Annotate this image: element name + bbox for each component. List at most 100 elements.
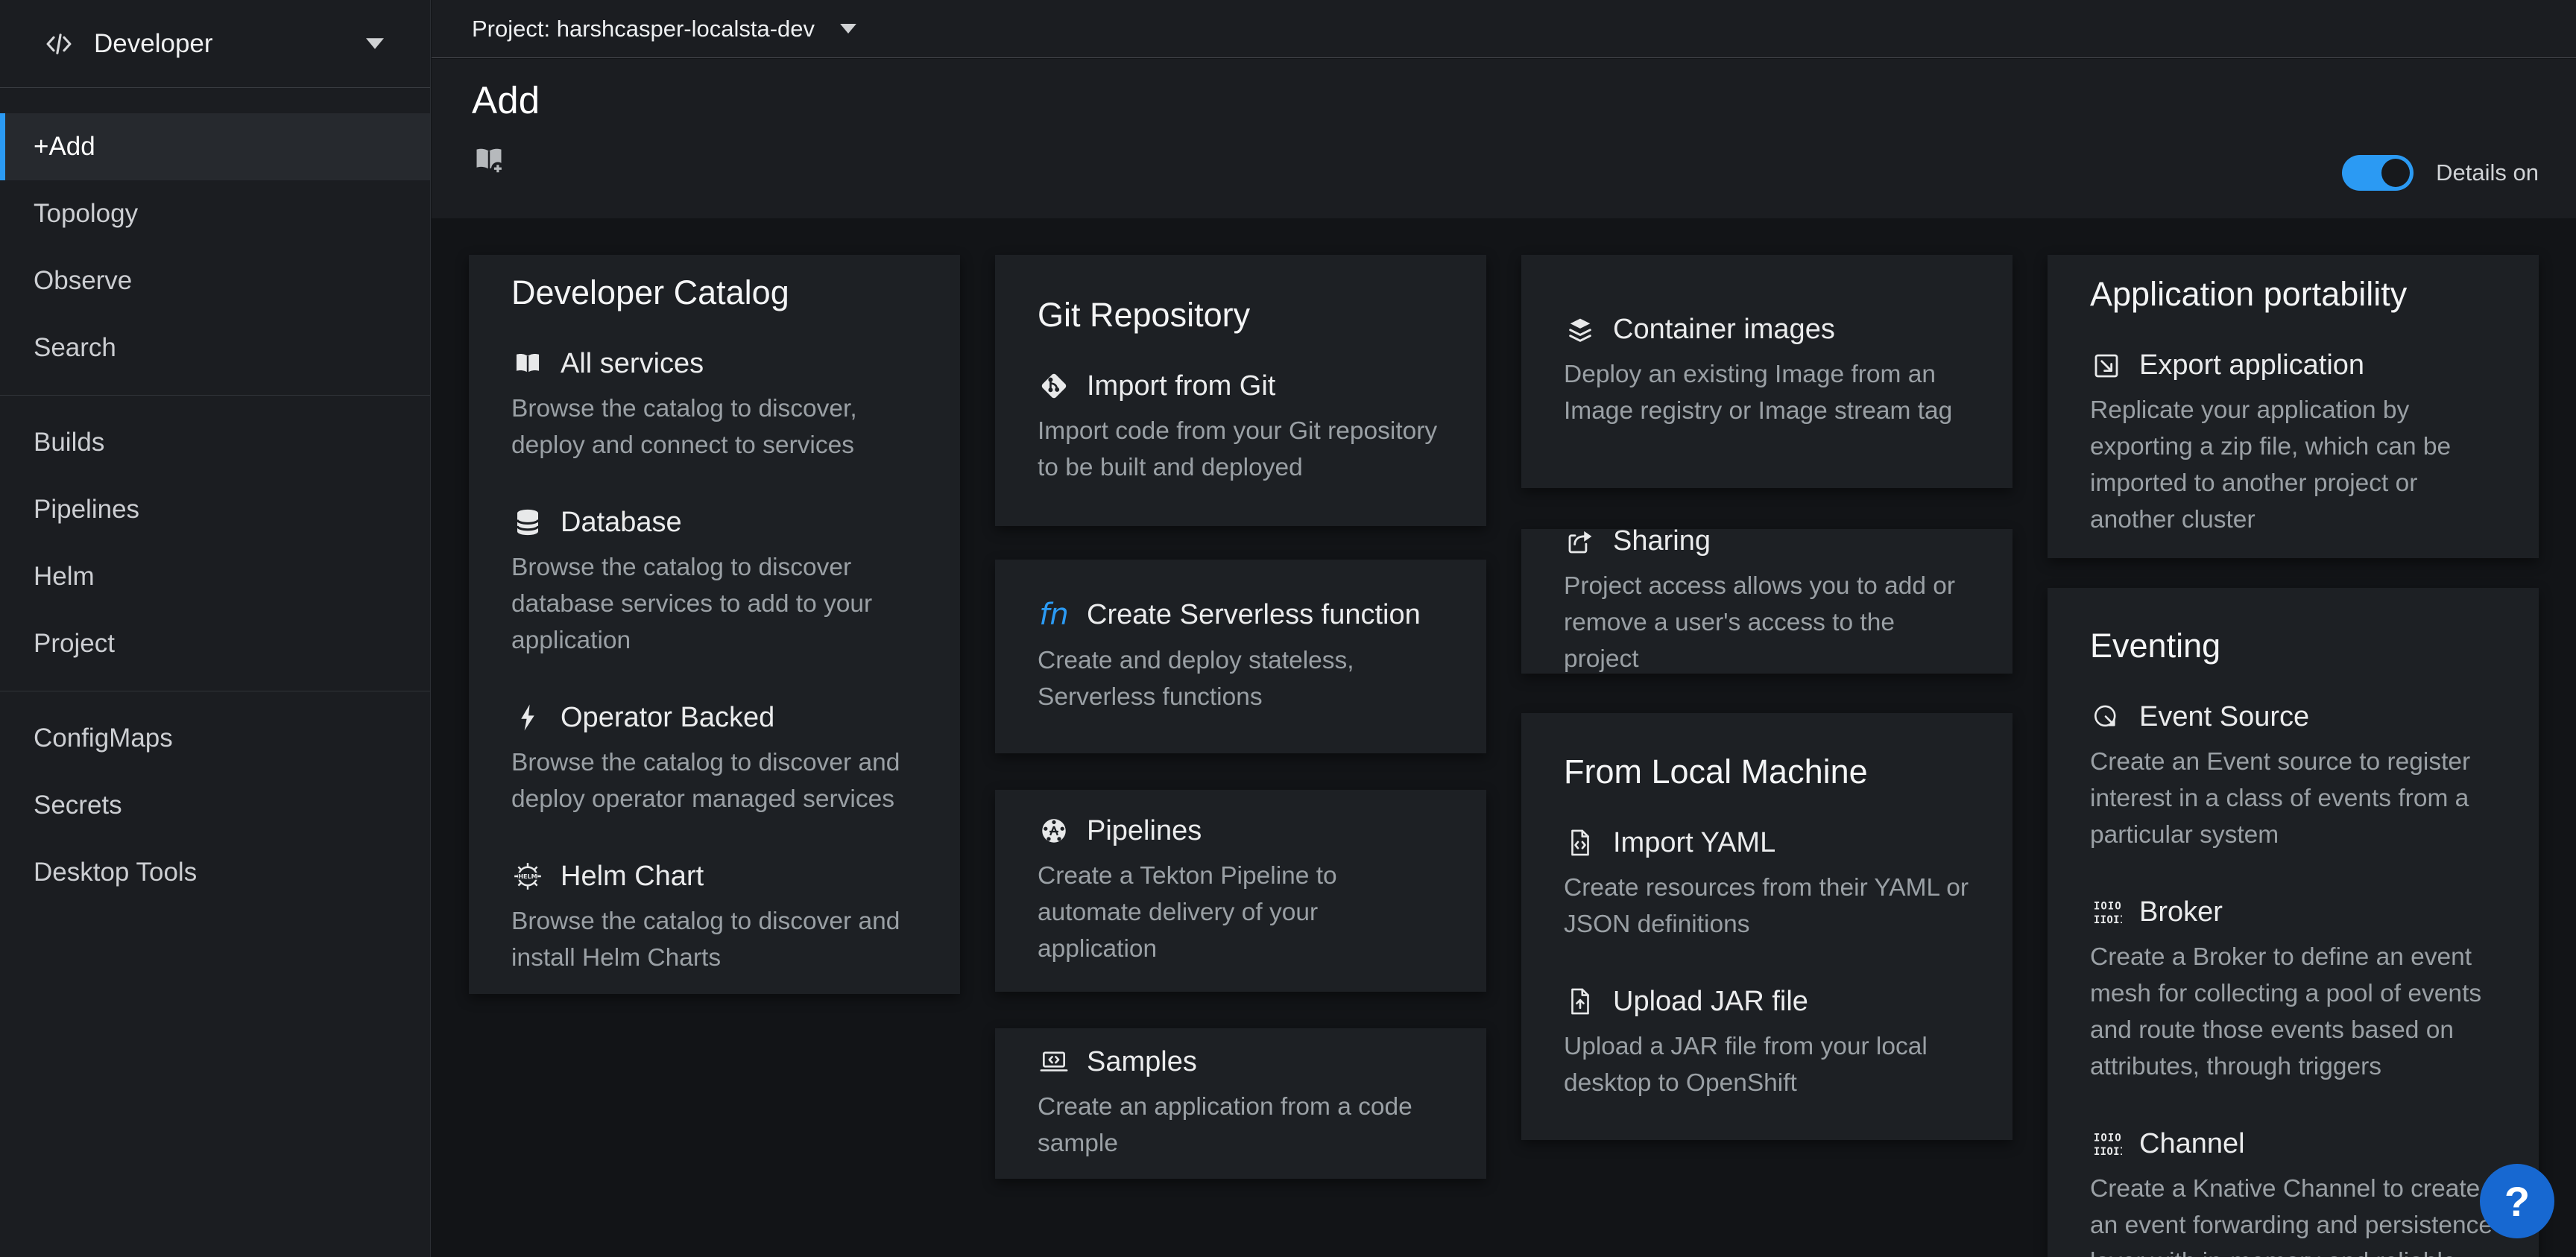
function-icon: fn: [1038, 598, 1070, 632]
card-item-import-yaml: Import YAML Create resources from their …: [1564, 827, 1970, 943]
item-title-container-images: Container images: [1613, 314, 1835, 346]
item-title-export-application: Export application: [2139, 349, 2364, 381]
card-item-create-serverless-function: fn Create Serverless function Create and…: [1038, 598, 1444, 715]
bolt-icon: [511, 702, 544, 733]
card-item-samples: Samples Create an application from a cod…: [1038, 1046, 1444, 1162]
card-item-event-source: Event Source Create an Event source to r…: [2090, 701, 2496, 853]
card-item-upload-jar-file: Upload JAR file Upload a JAR file from y…: [1564, 986, 1970, 1101]
item-description-helm-chart: Browse the catalog to discover and insta…: [511, 903, 918, 976]
card-item-operator-backed: Operator Backed Browse the catalog to di…: [511, 702, 918, 817]
item-title-import-yaml: Import YAML: [1613, 827, 1775, 859]
sidebar-item-helm[interactable]: Helm: [0, 543, 430, 610]
project-selector-label: Project: harshcasper-localsta-dev: [472, 16, 815, 42]
item-link-container-images[interactable]: Container images: [1564, 314, 1970, 346]
item-link-create-serverless-function[interactable]: fn Create Serverless function: [1038, 598, 1444, 632]
card-item-helm-chart: HELM Helm Chart Browse the catalog to di…: [511, 861, 918, 976]
card-title-application-portability: Application portability: [2090, 275, 2496, 314]
item-link-operator-backed[interactable]: Operator Backed: [511, 702, 918, 734]
item-link-pipelines[interactable]: Pipelines: [1038, 815, 1444, 847]
card-item-database: Database Browse the catalog to discover …: [511, 507, 918, 659]
item-link-import-from-git[interactable]: Import from Git: [1038, 370, 1444, 402]
item-description-import-from-git: Import code from your Git repository to …: [1038, 413, 1444, 486]
sidebar-item-desktop-tools[interactable]: Desktop Tools: [0, 839, 430, 906]
card-column-3: Container images Deploy an existing Imag…: [1521, 255, 2012, 1257]
chevron-down-icon: [366, 38, 384, 49]
card-column-4: Application portability Export applicati…: [2048, 255, 2539, 1257]
event-source-icon: [2090, 702, 2123, 733]
item-link-samples[interactable]: Samples: [1038, 1046, 1444, 1078]
card-create-serverless-function: fn Create Serverless function Create and…: [995, 560, 1486, 753]
item-title-import-from-git: Import from Git: [1087, 370, 1275, 402]
card-container-images: Container images Deploy an existing Imag…: [1521, 255, 2012, 488]
item-link-all-services[interactable]: All services: [511, 348, 918, 380]
item-title-samples: Samples: [1087, 1046, 1197, 1078]
card-columns: Developer Catalog All services Browse th…: [469, 255, 2546, 1257]
sidebar-item-configmaps[interactable]: ConfigMaps: [0, 705, 430, 772]
card-sharing: Sharing Project access allows you to add…: [1521, 529, 2012, 674]
item-description-container-images: Deploy an existing Image from an Image r…: [1564, 356, 1970, 429]
masthead: Project: harshcasper-localsta-dev: [432, 0, 2576, 58]
card-item-container-images: Container images Deploy an existing Imag…: [1564, 314, 1970, 429]
card-item-broker: IOIOIIOII Broker Create a Broker to defi…: [2090, 896, 2496, 1085]
database-icon: [511, 507, 544, 538]
file-code-icon: [1564, 827, 1597, 858]
item-link-helm-chart[interactable]: HELM Helm Chart: [511, 861, 918, 893]
toggle-knob: [2381, 159, 2410, 187]
item-link-sharing[interactable]: Sharing: [1564, 529, 1970, 557]
perspective-label: Developer: [94, 29, 213, 59]
item-title-upload-jar-file: Upload JAR file: [1613, 986, 1808, 1018]
card-title-eventing: Eventing: [2090, 627, 2496, 665]
card-title-developer-catalog: Developer Catalog: [511, 273, 918, 312]
item-title-pipelines: Pipelines: [1087, 815, 1202, 847]
item-title-event-source: Event Source: [2139, 701, 2309, 733]
item-title-database: Database: [561, 507, 682, 539]
sidebar-item-search[interactable]: Search: [0, 314, 430, 381]
card-item-pipelines: Pipelines Create a Tekton Pipeline to au…: [1038, 815, 1444, 967]
item-description-broker: Create a Broker to define an event mesh …: [2090, 939, 2496, 1085]
sidebar-item-add[interactable]: +Add: [0, 113, 430, 180]
item-link-database[interactable]: Database: [511, 507, 918, 539]
card-item-export-application: Export application Replicate your applic…: [2090, 349, 2496, 538]
details-toggle-group: Details on: [2342, 155, 2539, 191]
sidebar-item-secrets[interactable]: Secrets: [0, 772, 430, 839]
tekton-icon: [1038, 815, 1070, 846]
item-title-operator-backed: Operator Backed: [561, 702, 774, 734]
item-description-sharing: Project access allows you to add or remo…: [1564, 568, 1970, 674]
code-icon: [43, 28, 75, 60]
sidebar-item-topology[interactable]: Topology: [0, 180, 430, 247]
perspective-switcher[interactable]: Developer: [0, 0, 430, 88]
sidebar-item-pipelines[interactable]: Pipelines: [0, 476, 430, 543]
item-link-event-source[interactable]: Event Source: [2090, 701, 2496, 733]
item-link-export-application[interactable]: Export application: [2090, 349, 2496, 381]
card-eventing: Eventing Event Source Create an Event so…: [2048, 588, 2539, 1257]
sidebar-item-builds[interactable]: Builds: [0, 409, 430, 476]
item-description-import-yaml: Create resources from their YAML or JSON…: [1564, 870, 1970, 943]
svg-text:IIOII: IIOII: [2094, 1146, 2122, 1158]
page-title: Add: [472, 78, 540, 122]
item-link-upload-jar-file[interactable]: Upload JAR file: [1564, 986, 1970, 1018]
quickstarts-book-plus-icon[interactable]: [472, 142, 509, 180]
item-title-broker: Broker: [2139, 896, 2223, 928]
item-link-channel[interactable]: IOIOIIOII Channel: [2090, 1128, 2496, 1160]
item-description-export-application: Replicate your application by exporting …: [2090, 392, 2496, 538]
sidebar-item-observe[interactable]: Observe: [0, 247, 430, 314]
item-link-broker[interactable]: IOIOIIOII Broker: [2090, 896, 2496, 928]
item-title-sharing: Sharing: [1613, 529, 1711, 557]
sidebar-nav: +AddTopologyObserveSearch BuildsPipelines…: [0, 88, 430, 906]
card-column-2: Git Repository Import from Git Import co…: [995, 255, 1486, 1257]
item-link-import-yaml[interactable]: Import YAML: [1564, 827, 1970, 859]
help-button[interactable]: ?: [2480, 1164, 2554, 1238]
page-header: Add Details on: [432, 59, 2576, 218]
details-toggle[interactable]: [2342, 155, 2414, 191]
sidebar: Developer +AddTopologyObserveSearch Build…: [0, 0, 431, 1257]
channel-icon: IOIOIIOII: [2090, 1129, 2123, 1160]
nav-group-divider: [0, 395, 430, 396]
card-item-all-services: All services Browse the catalog to disco…: [511, 348, 918, 463]
item-description-pipelines: Create a Tekton Pipeline to automate del…: [1038, 858, 1444, 967]
card-column-1: Developer Catalog All services Browse th…: [469, 255, 960, 1257]
card-developer-catalog: Developer Catalog All services Browse th…: [469, 255, 960, 994]
card-item-import-from-git: Import from Git Import code from your Gi…: [1038, 370, 1444, 486]
sidebar-item-project[interactable]: Project: [0, 610, 430, 677]
project-selector[interactable]: Project: harshcasper-localsta-dev: [472, 16, 856, 42]
book-icon: [511, 348, 544, 379]
